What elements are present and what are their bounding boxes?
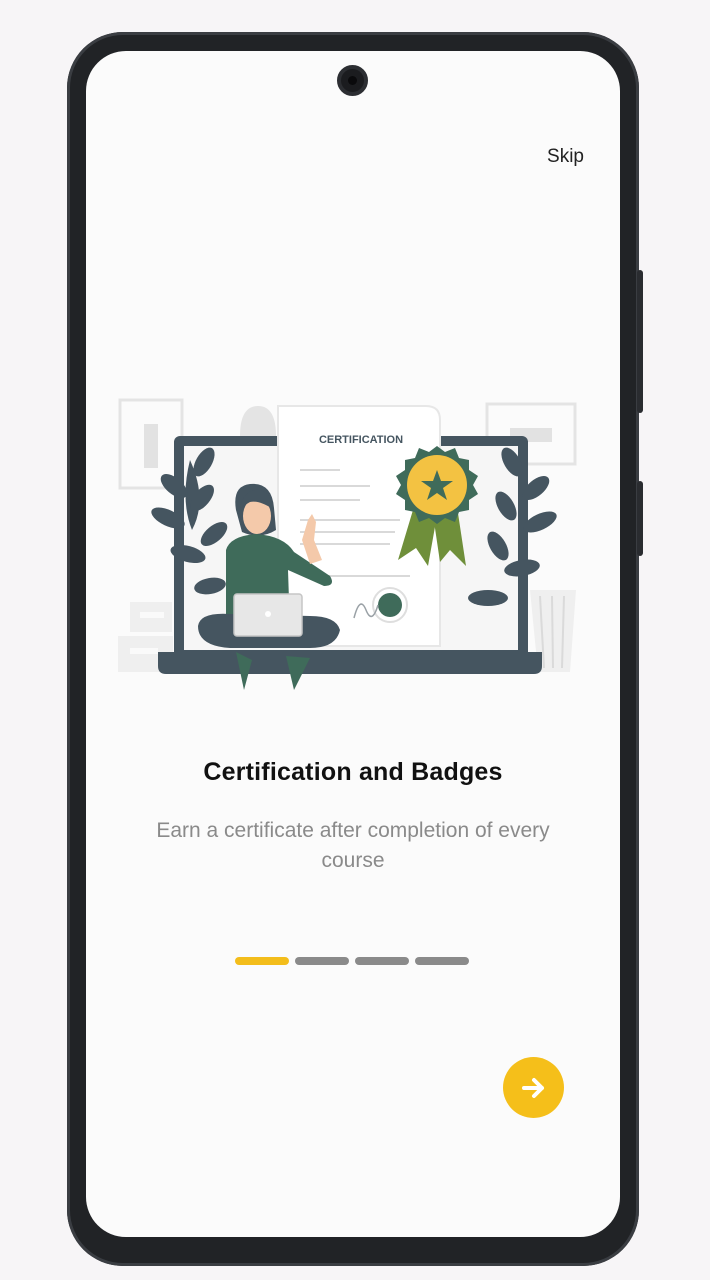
next-button[interactable] <box>503 1057 564 1118</box>
arrow-right-icon <box>521 1077 544 1098</box>
skip-button[interactable]: Skip <box>547 146 584 168</box>
svg-text:CERTIFICATION: CERTIFICATION <box>319 434 403 446</box>
onboarding-subtitle: Earn a certificate after completion of e… <box>156 819 550 872</box>
onboarding-title: Certification and Badges <box>203 758 503 786</box>
frame-left-inner <box>144 424 158 468</box>
volume-button <box>637 270 643 413</box>
page-dot-4[interactable] <box>415 957 469 965</box>
front-camera <box>337 65 368 96</box>
certificate-seal <box>378 593 402 617</box>
page-dot-3[interactable] <box>355 957 409 965</box>
power-button <box>637 481 643 556</box>
page-dot-1[interactable] <box>235 957 289 965</box>
certification-illustration: CERTIFICATION <box>118 398 577 690</box>
laptop-base <box>158 652 542 674</box>
page-dot-2[interactable] <box>295 957 349 965</box>
page-indicator <box>235 957 469 965</box>
